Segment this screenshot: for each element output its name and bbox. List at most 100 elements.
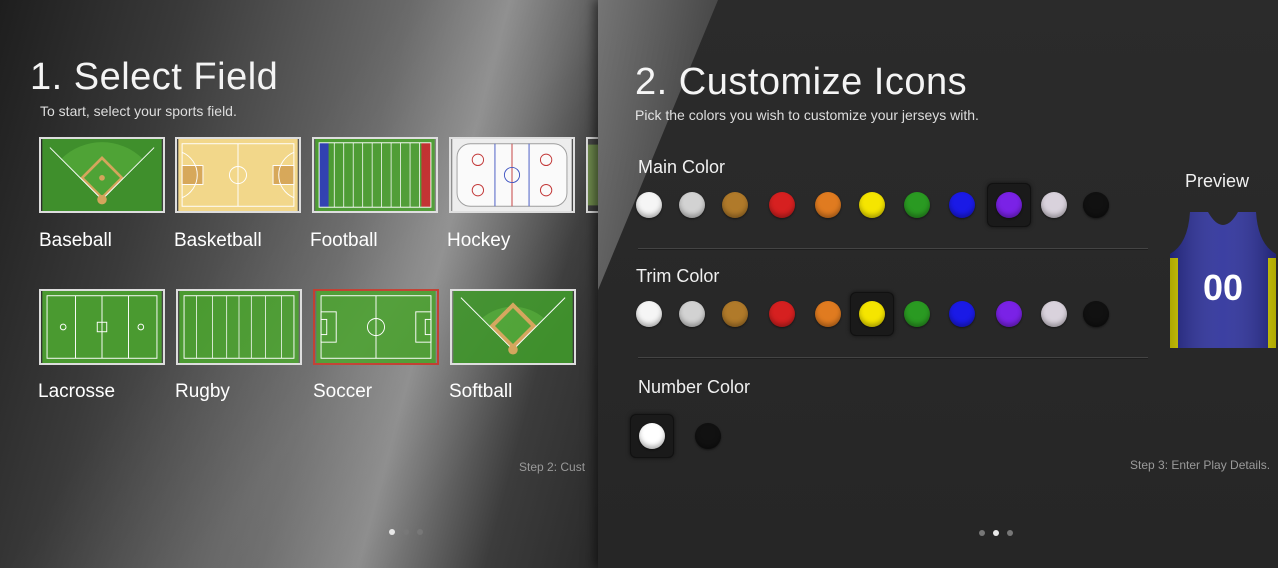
basketball-court-image xyxy=(178,139,298,211)
trim-color-swatch-cell xyxy=(713,292,757,336)
softball-field-image xyxy=(453,291,573,363)
divider xyxy=(638,248,1148,250)
pagination-dot-1[interactable] xyxy=(389,529,395,535)
field-card-hockey[interactable] xyxy=(449,137,575,213)
number-color-swatch-cell xyxy=(686,414,730,458)
field-label-hockey: Hockey xyxy=(447,230,511,251)
football-field-image xyxy=(315,139,435,211)
partial-field-image xyxy=(588,144,598,206)
main-color-swatch-cell xyxy=(850,183,894,227)
main-color-swatch[interactable] xyxy=(996,192,1022,218)
field-label-soccer: Soccer xyxy=(313,381,373,402)
lacrosse-field-image xyxy=(42,291,162,363)
trim-color-swatch[interactable] xyxy=(859,301,885,327)
field-card-softball[interactable] xyxy=(450,289,576,365)
pagination-dots xyxy=(389,529,423,535)
trim-color-swatch-cell xyxy=(940,292,984,336)
field-label-softball: Softball xyxy=(449,381,513,402)
trim-color-swatch-cell xyxy=(1032,292,1076,336)
number-color-label: Number Color xyxy=(638,377,751,397)
field-label-football: Football xyxy=(310,230,378,251)
main-color-swatch-cell xyxy=(940,183,984,227)
select-field-panel: 1. Select Field To start, select your sp… xyxy=(0,0,598,568)
trim-color-swatch[interactable] xyxy=(636,301,662,327)
page-title: 2. Customize Icons xyxy=(635,61,968,103)
main-color-swatch[interactable] xyxy=(904,192,930,218)
soccer-field-image xyxy=(316,291,436,363)
trim-color-swatch[interactable] xyxy=(1083,301,1109,327)
main-color-swatch[interactable] xyxy=(949,192,975,218)
trim-color-swatch[interactable] xyxy=(679,301,705,327)
jersey-icon: 00 xyxy=(1170,212,1276,348)
trim-color-swatch[interactable] xyxy=(996,301,1022,327)
trim-color-swatch-cell xyxy=(627,292,671,336)
number-color-swatch[interactable] xyxy=(695,423,721,449)
baseball-field-image xyxy=(42,139,162,211)
trim-color-swatch-cell xyxy=(895,292,939,336)
main-color-swatch-cell xyxy=(670,183,714,227)
rugby-field-image xyxy=(179,291,299,363)
hockey-rink-image xyxy=(452,139,572,211)
number-color-swatch[interactable] xyxy=(639,423,665,449)
main-color-swatch-cell xyxy=(1074,183,1118,227)
trim-color-swatch-cell xyxy=(806,292,850,336)
page-subtitle: To start, select your sports field. xyxy=(40,103,237,119)
trim-color-swatch[interactable] xyxy=(815,301,841,327)
field-card-soccer[interactable] xyxy=(313,289,439,365)
field-label-rugby: Rugby xyxy=(175,381,230,402)
main-color-swatch[interactable] xyxy=(679,192,705,218)
main-color-swatch[interactable] xyxy=(859,192,885,218)
trim-color-swatch[interactable] xyxy=(949,301,975,327)
field-card-baseball[interactable] xyxy=(39,137,165,213)
main-color-swatch[interactable] xyxy=(1041,192,1067,218)
main-color-swatch[interactable] xyxy=(722,192,748,218)
field-label-baseball: Baseball xyxy=(39,230,112,251)
main-color-swatch-cell xyxy=(987,183,1031,227)
next-step-hint[interactable]: Step 2: Cust xyxy=(519,460,585,474)
number-color-swatches xyxy=(630,414,750,458)
main-color-swatch[interactable] xyxy=(636,192,662,218)
main-color-swatch[interactable] xyxy=(815,192,841,218)
divider xyxy=(638,357,1148,359)
main-color-swatch-cell xyxy=(1032,183,1076,227)
trim-color-swatch[interactable] xyxy=(1041,301,1067,327)
main-color-swatch-cell xyxy=(806,183,850,227)
next-step-hint[interactable]: Step 3: Enter Play Details. xyxy=(1130,458,1270,472)
trim-color-label: Trim Color xyxy=(636,266,720,286)
field-label-basketball: Basketball xyxy=(174,230,262,251)
field-card-partial[interactable] xyxy=(586,137,598,213)
pagination-dots xyxy=(979,530,1013,536)
pagination-dot-2[interactable] xyxy=(403,529,409,535)
jersey-number: 00 xyxy=(1203,267,1243,308)
trim-color-swatch[interactable] xyxy=(904,301,930,327)
main-color-swatch[interactable] xyxy=(1083,192,1109,218)
jersey-preview: 00 xyxy=(1168,208,1278,368)
number-color-swatch-cell xyxy=(630,414,674,458)
main-color-swatch-cell xyxy=(760,183,804,227)
trim-color-swatch-cell xyxy=(1074,292,1118,336)
trim-color-swatch-cell xyxy=(987,292,1031,336)
trim-color-swatch-cell xyxy=(760,292,804,336)
pagination-dot-3[interactable] xyxy=(1007,530,1013,536)
main-color-swatch-cell xyxy=(895,183,939,227)
field-label-lacrosse: Lacrosse xyxy=(38,381,116,402)
page-subtitle: Pick the colors you wish to customize yo… xyxy=(635,107,979,123)
main-color-label: Main Color xyxy=(638,157,726,177)
field-card-basketball[interactable] xyxy=(175,137,301,213)
main-color-swatch-cell xyxy=(627,183,671,227)
page-title: 1. Select Field xyxy=(30,56,279,98)
trim-color-swatch[interactable] xyxy=(769,301,795,327)
main-color-swatch-cell xyxy=(713,183,757,227)
preview-label: Preview xyxy=(1185,171,1250,191)
pagination-dot-3[interactable] xyxy=(417,529,423,535)
trim-color-swatch[interactable] xyxy=(722,301,748,327)
pagination-dot-2[interactable] xyxy=(993,530,999,536)
field-card-football[interactable] xyxy=(312,137,438,213)
main-color-swatches xyxy=(627,183,1157,227)
field-card-lacrosse[interactable] xyxy=(39,289,165,365)
main-color-swatch[interactable] xyxy=(769,192,795,218)
pagination-dot-1[interactable] xyxy=(979,530,985,536)
customize-icons-panel: 2. Customize Icons Pick the colors you w… xyxy=(598,0,1278,568)
field-card-rugby[interactable] xyxy=(176,289,302,365)
trim-color-swatch-cell xyxy=(670,292,714,336)
